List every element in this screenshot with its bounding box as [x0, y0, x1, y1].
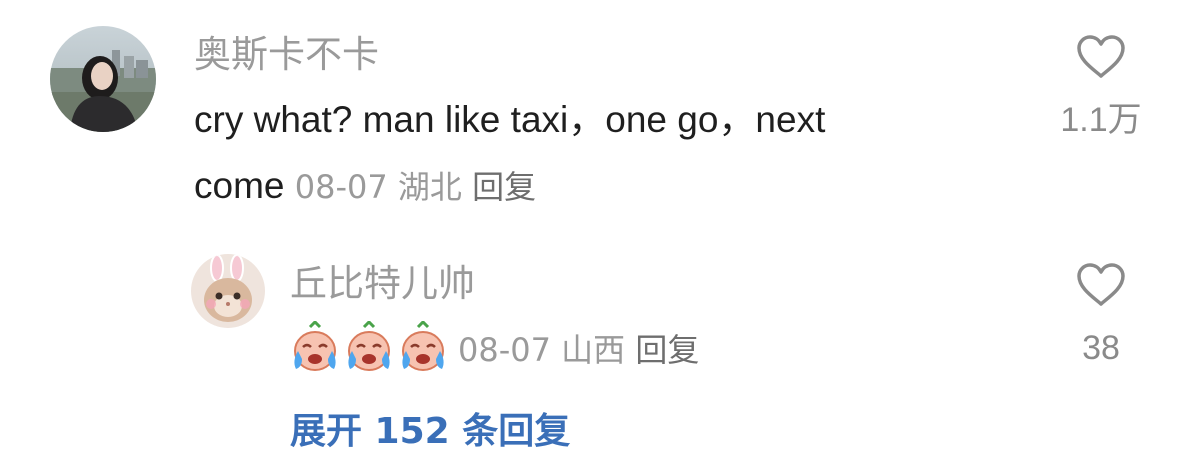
comment-username[interactable]: 丘比特儿帅	[290, 262, 475, 306]
comment-text-line-2: come	[194, 165, 285, 206]
expand-replies-link[interactable]: 展开 152 条回复	[290, 402, 570, 454]
like-count: 38	[1082, 329, 1120, 367]
crying-face-emoji-icon	[288, 319, 342, 375]
crying-face-emoji-icon	[342, 319, 396, 375]
comment-text-line-1: cry what? man like taxi，one go，next	[194, 99, 826, 140]
comment-meta: 08-07 湖北 回复	[295, 168, 536, 206]
comment-location: 山西	[561, 331, 626, 369]
comment-content-row: 08-07 山西 回复	[288, 319, 699, 375]
comment-username[interactable]: 奥斯卡不卡	[194, 33, 379, 77]
reply-button[interactable]: 回复	[635, 331, 699, 369]
comment-date: 08-07	[294, 168, 388, 206]
user-avatar[interactable]	[50, 26, 156, 132]
comment-meta: 08-07 山西 回复	[458, 325, 699, 371]
comment-text-line-2-row: come 08-07 湖北 回复	[194, 164, 536, 209]
like-button[interactable]: 38	[1053, 262, 1149, 368]
heart-icon	[1077, 35, 1125, 78]
reply-button[interactable]: 回复	[472, 168, 536, 206]
user-avatar[interactable]	[191, 254, 265, 328]
cat-with-bunny-ears-avatar-icon	[191, 254, 265, 328]
like-button[interactable]: 1.1万	[1053, 34, 1149, 140]
comment-location: 湖北	[397, 168, 462, 206]
woman-portrait-avatar-icon	[50, 26, 156, 132]
heart-icon	[1077, 263, 1125, 306]
crying-face-emoji-icon	[396, 319, 450, 375]
like-count: 1.1万	[1060, 101, 1142, 139]
comment-date: 08-07	[458, 331, 551, 369]
